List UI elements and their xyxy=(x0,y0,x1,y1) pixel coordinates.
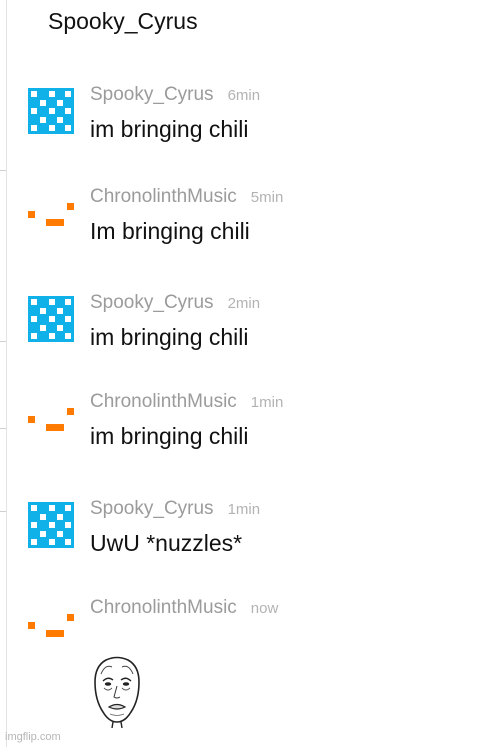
message-username[interactable]: Spooky_Cyrus 6min xyxy=(90,84,260,106)
blue-checker-avatar[interactable] xyxy=(28,502,74,548)
message-username[interactable]: ChronolinthMusic now xyxy=(90,597,278,619)
message-time: 2min xyxy=(227,295,261,312)
message-time: now xyxy=(250,600,279,617)
message-username[interactable]: Spooky_Cyrus 1min xyxy=(90,498,260,520)
blue-checker-avatar[interactable] xyxy=(28,88,74,134)
username-text[interactable]: Spooky_Cyrus xyxy=(90,84,214,105)
chat-message: Spooky_Cyrus 1min UwU *nuzzles* xyxy=(0,498,500,602)
message-text: im bringing chili xyxy=(90,423,249,449)
okay-face-meme-image[interactable] xyxy=(92,656,142,728)
message-time: 6min xyxy=(227,87,261,104)
username-text[interactable]: Spooky_Cyrus xyxy=(90,292,214,313)
message-username[interactable]: ChronolinthMusic 5min xyxy=(90,186,283,208)
message-time: 1min xyxy=(227,501,261,518)
orange-blocks-avatar[interactable] xyxy=(28,190,74,236)
username-text[interactable]: ChronolinthMusic xyxy=(90,391,237,412)
message-text: UwU *nuzzles* xyxy=(90,530,243,556)
message-time: 1min xyxy=(250,394,284,411)
username-text[interactable]: Spooky_Cyrus xyxy=(90,498,214,519)
chat-message: ChronolinthMusic 1min im bringing chili xyxy=(0,391,500,495)
message-username[interactable]: ChronolinthMusic 1min xyxy=(90,391,283,413)
username-text[interactable]: ChronolinthMusic xyxy=(90,597,237,618)
message-time: 5min xyxy=(250,189,284,206)
chat-message: Spooky_Cyrus 2min im bringing chili xyxy=(0,292,500,396)
chat-message: Spooky_Cyrus 6min im bringing chili xyxy=(0,84,500,188)
message-text: im bringing chili xyxy=(90,116,249,142)
username-text[interactable]: ChronolinthMusic xyxy=(90,186,237,207)
imgflip-watermark: imgflip.com xyxy=(5,731,61,743)
orange-blocks-avatar[interactable] xyxy=(28,601,74,647)
blue-checker-avatar[interactable] xyxy=(28,296,74,342)
chat-message: ChronolinthMusic now xyxy=(0,597,500,701)
chat-message: ChronolinthMusic 5min Im bringing chili xyxy=(0,186,500,290)
chat-title: Spooky_Cyrus xyxy=(48,8,198,34)
orange-blocks-avatar[interactable] xyxy=(28,395,74,441)
message-text: Im bringing chili xyxy=(90,218,250,244)
message-text: im bringing chili xyxy=(90,324,249,350)
message-username[interactable]: Spooky_Cyrus 2min xyxy=(90,292,260,314)
